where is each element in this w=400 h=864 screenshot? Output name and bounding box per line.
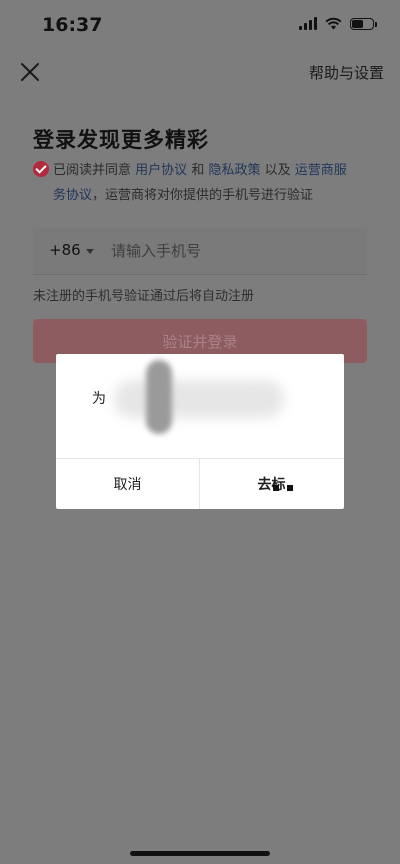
battery-icon [350,17,377,30]
help-settings-link[interactable]: 帮助与设置 [309,62,384,83]
agreement-suffix: ，运营商将对你提供的手机号进行验证 [92,188,314,203]
dialog-message: 为 [92,391,106,407]
phone-input-row: +86 [33,228,367,275]
country-code-selector[interactable]: +86 [49,241,81,259]
wifi-icon [325,17,342,30]
redaction-blur [114,380,284,418]
agreement-and: 和 [191,163,205,178]
phone-input[interactable] [109,238,353,264]
dialog: 为 取消 去标 [56,354,344,509]
close-icon[interactable] [18,60,42,84]
confirm-button[interactable]: 去标 [200,459,343,509]
status-icons [299,17,377,30]
user-agreement-link[interactable]: 用户协议 [135,163,187,178]
redaction-mark [273,485,279,491]
chevron-down-icon[interactable] [86,249,94,254]
redaction-mark [287,485,293,491]
carrier-terms-link-part1[interactable]: 运营商服 [295,163,347,178]
page-title: 登录发现更多精彩 [33,128,209,152]
agreement-checkbox[interactable] [33,161,49,177]
redaction-blur [146,360,172,434]
agreement-prefix: 已阅读并同意 [53,163,132,178]
carrier-terms-link-part2[interactable]: 务协议 [53,188,92,203]
cancel-button[interactable]: 取消 [56,459,199,509]
agreement-text: 已阅读并同意 用户协议 和 隐私政策 以及 运营商服 务协议，运营商将对你提供的… [33,158,373,208]
status-bar: 16:37 [0,0,400,50]
auto-register-notice: 未注册的手机号验证通过后将自动注册 [33,289,255,304]
status-time: 16:37 [42,14,103,36]
agreement-also: 以及 [264,163,291,178]
home-indicator[interactable] [130,851,270,856]
signal-icon [299,17,317,30]
privacy-policy-link[interactable]: 隐私政策 [208,163,260,178]
